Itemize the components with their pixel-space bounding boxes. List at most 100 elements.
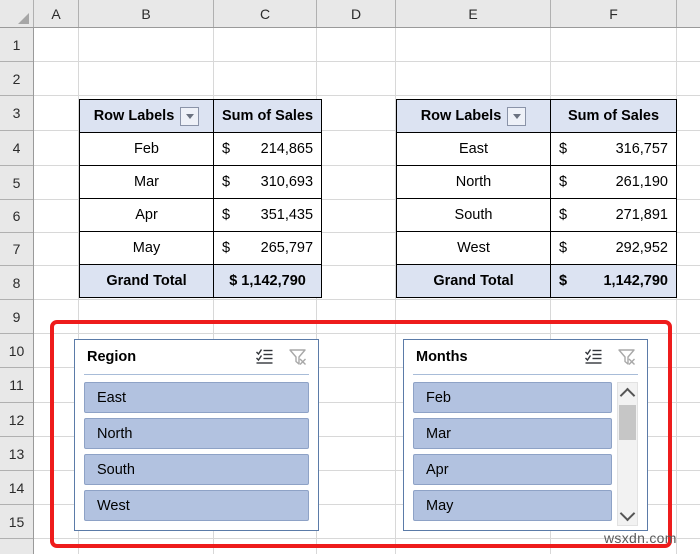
slicer-item-north[interactable]: North <box>84 418 309 449</box>
pivot-table-months: Row Labels Sum of Sales Feb $214,865 Mar… <box>79 99 323 298</box>
slicer-item-east[interactable]: East <box>84 382 309 413</box>
table-row: South $271,891 <box>396 198 677 232</box>
table-row: Feb $214,865 <box>79 132 323 166</box>
slicer-region-icons <box>255 347 308 367</box>
row-header-4[interactable]: 4 <box>0 131 33 166</box>
chevron-up-icon <box>619 387 636 403</box>
row-header-10[interactable]: 10 <box>0 334 33 368</box>
table-row: West $292,952 <box>396 231 677 265</box>
value-text: 310,693 <box>260 174 314 190</box>
row-header-12[interactable]: 12 <box>0 403 33 437</box>
multi-select-icon[interactable] <box>255 347 275 367</box>
grand-total-label: Grand Total <box>396 264 551 298</box>
slicer-item-west[interactable]: West <box>84 490 309 521</box>
table-row: Mar $310,693 <box>79 165 323 199</box>
currency-symbol: $ <box>222 207 231 223</box>
chevron-down-icon <box>185 113 194 119</box>
chevron-down-icon <box>512 113 521 119</box>
slicer-months-body: Feb Mar Apr May <box>404 375 647 535</box>
row-label-cell: North <box>396 165 551 199</box>
value-text: 261,190 <box>615 174 668 190</box>
slicer-months-title: Months <box>416 349 468 365</box>
row-header-9[interactable]: 9 <box>0 300 33 334</box>
row-value-cell: $316,757 <box>550 132 677 166</box>
row-label-cell: Apr <box>79 198 214 232</box>
row-header-3[interactable]: 3 <box>0 96 33 131</box>
clear-filter-icon[interactable] <box>617 347 637 367</box>
gridline-row-15 <box>34 538 700 539</box>
value-text: 351,435 <box>260 207 314 223</box>
currency-symbol: $ <box>559 240 568 256</box>
row-header-1[interactable]: 1 <box>0 28 33 62</box>
column-header-row-labels[interactable]: Row Labels <box>396 99 551 133</box>
row-header-2[interactable]: 2 <box>0 62 33 96</box>
row-header-6[interactable]: 6 <box>0 200 33 233</box>
column-header-d[interactable]: D <box>317 0 396 27</box>
slicer-item-feb[interactable]: Feb <box>413 382 612 413</box>
grand-total-value: $1,142,790 <box>550 264 677 298</box>
value-text: 292,952 <box>615 240 668 256</box>
row-header-13[interactable]: 13 <box>0 437 33 471</box>
row-value-cell: $351,435 <box>212 198 323 232</box>
gridline-row-9 <box>34 333 700 334</box>
row-value-cell: $265,797 <box>212 231 323 265</box>
slicer-scrollbar[interactable] <box>617 382 638 526</box>
filter-dropdown-button[interactable] <box>507 106 527 126</box>
spreadsheet-canvas: Row Labels Sum of Sales Feb $214,865 Mar… <box>0 0 700 554</box>
grand-total-row: Grand Total $ 1,142,790 <box>79 264 323 298</box>
row-header-5[interactable]: 5 <box>0 166 33 200</box>
column-header-c[interactable]: C <box>214 0 317 27</box>
gridline-row-8 <box>34 299 700 300</box>
table-row: East $316,757 <box>396 132 677 166</box>
row-label-cell: East <box>396 132 551 166</box>
table-row: May $265,797 <box>79 231 323 265</box>
scroll-down-button[interactable] <box>618 504 637 525</box>
table-row: Apr $351,435 <box>79 198 323 232</box>
row-value-cell: $261,190 <box>550 165 677 199</box>
row-label-cell: South <box>396 198 551 232</box>
select-all-triangle-icon <box>18 13 29 24</box>
pivot-table-regions: Row Labels Sum of Sales East $316,757 No… <box>396 99 677 298</box>
row-labels-text: Row Labels <box>420 108 502 124</box>
slicer-months-icons <box>584 347 637 367</box>
column-header-sum-of-sales: Sum of Sales <box>550 99 677 133</box>
row-header-14[interactable]: 14 <box>0 471 33 505</box>
row-header-15[interactable]: 15 <box>0 505 33 539</box>
slicer-item-apr[interactable]: Apr <box>413 454 612 485</box>
value-text: 316,757 <box>615 141 668 157</box>
column-header-b[interactable]: B <box>79 0 214 27</box>
column-header-row-labels[interactable]: Row Labels <box>79 99 214 133</box>
slicer-months[interactable]: Months Feb Mar Apr May <box>403 339 648 531</box>
row-header-11[interactable]: 11 <box>0 368 33 403</box>
multi-select-icon[interactable] <box>584 347 604 367</box>
row-value-cell: $292,952 <box>550 231 677 265</box>
column-header-f[interactable]: F <box>551 0 677 27</box>
row-label-cell: Mar <box>79 165 214 199</box>
select-all-corner-button[interactable] <box>0 0 34 27</box>
slicer-region-header: Region <box>75 340 318 374</box>
row-header-8[interactable]: 8 <box>0 266 33 300</box>
column-header-g[interactable] <box>677 0 700 27</box>
slicer-months-header: Months <box>404 340 647 374</box>
value-text: 271,891 <box>615 207 668 223</box>
row-value-cell: $214,865 <box>212 132 323 166</box>
row-header-7[interactable]: 7 <box>0 233 33 266</box>
row-label-cell: West <box>396 231 551 265</box>
scroll-up-button[interactable] <box>618 383 637 404</box>
slicer-item-south[interactable]: South <box>84 454 309 485</box>
currency-symbol: $ <box>559 141 568 157</box>
slicer-item-mar[interactable]: Mar <box>413 418 612 449</box>
currency-symbol: $ <box>559 207 568 223</box>
slicer-region-title: Region <box>87 349 137 365</box>
column-header-e[interactable]: E <box>396 0 551 27</box>
clear-filter-icon[interactable] <box>288 347 308 367</box>
table-header-row: Row Labels Sum of Sales <box>79 99 323 133</box>
slicer-region[interactable]: Region East North South West <box>74 339 319 531</box>
filter-dropdown-button[interactable] <box>180 106 200 126</box>
column-header-a[interactable]: A <box>34 0 79 27</box>
table-header-row: Row Labels Sum of Sales <box>396 99 677 133</box>
slicer-item-may[interactable]: May <box>413 490 612 521</box>
gridline-row-2 <box>34 95 700 96</box>
scrollbar-thumb[interactable] <box>619 405 636 440</box>
slicer-region-body: East North South West <box>75 375 318 530</box>
